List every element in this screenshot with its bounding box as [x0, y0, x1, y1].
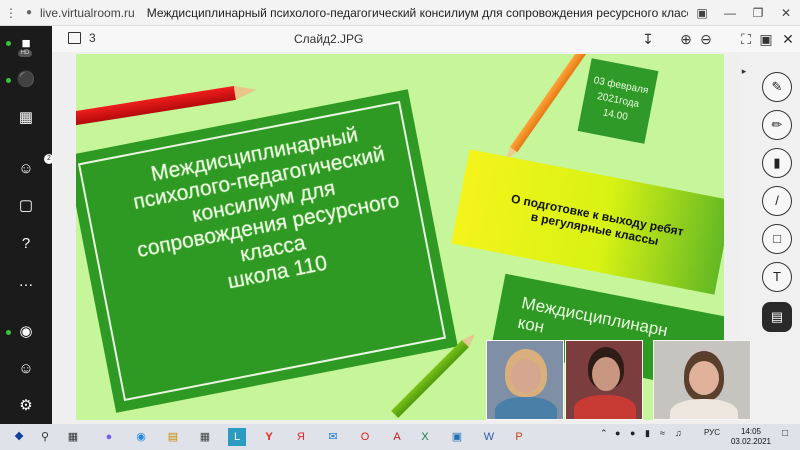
language-indicator[interactable]: РУС: [704, 428, 720, 437]
text-tool-icon[interactable]: T: [762, 262, 792, 292]
browser-menu-icon[interactable]: ⋮: [0, 6, 22, 20]
chat-icon[interactable]: ▢: [14, 196, 38, 216]
restore-window-button[interactable]: ❐: [744, 6, 772, 20]
browser-title-bar: ⋮ ● live.virtualroom.ru Междисциплинарны…: [0, 0, 800, 26]
file-explorer-icon[interactable]: ▤: [164, 428, 182, 446]
close-presentation-icon[interactable]: ✕: [778, 29, 798, 49]
hd-toggle[interactable]: HD: [18, 50, 32, 57]
date-box: 03 февраля 2021года 14.00: [577, 58, 659, 144]
acrobat-icon[interactable]: A: [388, 428, 406, 446]
chat-panel-icon[interactable]: ▤: [762, 302, 792, 332]
alice-icon[interactable]: ●: [100, 428, 118, 446]
question-icon[interactable]: ?: [14, 234, 38, 254]
tray-chevron-icon[interactable]: ⌃: [600, 428, 608, 439]
lock-icon: ●: [25, 7, 33, 18]
network-icon[interactable]: ≈: [660, 428, 665, 438]
tray-app-icon-2[interactable]: ●: [630, 428, 635, 438]
excel-icon[interactable]: X: [416, 428, 434, 446]
red-pencil-image: [76, 86, 236, 128]
search-icon[interactable]: ⚲: [36, 428, 54, 446]
participant-video-1[interactable]: [486, 340, 564, 420]
fit-screen-icon[interactable]: ▣: [756, 29, 776, 49]
app-l-icon[interactable]: L: [228, 428, 246, 446]
task-view-icon[interactable]: ▦: [64, 428, 82, 446]
minimize-window-button[interactable]: —: [716, 6, 744, 20]
store-icon[interactable]: ▦: [196, 428, 214, 446]
opera-icon[interactable]: O: [356, 428, 374, 446]
invite-user-icon[interactable]: ☺: [14, 359, 38, 379]
line-tool-icon[interactable]: /: [762, 186, 792, 216]
page-counter[interactable]: 3: [68, 31, 96, 45]
microphone-icon[interactable]: ⚫: [14, 70, 38, 90]
record-icon[interactable]: ◉: [14, 322, 38, 342]
mic-active-dot: [6, 78, 11, 83]
pen-tool-icon[interactable]: ✎: [762, 72, 792, 102]
url-text[interactable]: live.virtualroom.ru: [40, 6, 135, 20]
slide-filename: Слайд2.JPG: [294, 32, 364, 46]
record-active-dot: [6, 330, 11, 335]
yandex-icon[interactable]: Я: [292, 428, 310, 446]
share-screen-icon[interactable]: ▦: [14, 108, 38, 128]
camera-status-icon: ▣: [696, 5, 708, 20]
taskbar-clock[interactable]: 14:05 03.02.2021: [726, 427, 776, 447]
settings-icon[interactable]: ⚙: [14, 396, 38, 416]
eraser-tool-icon[interactable]: ▮: [762, 148, 792, 178]
tab-title: Междисциплинарный психолого-педагогическ…: [146, 5, 688, 20]
photos-icon[interactable]: ▣: [448, 428, 466, 446]
collapse-panel-icon[interactable]: ▸: [738, 66, 750, 80]
page-count: 3: [89, 31, 96, 45]
camera-active-dot: [6, 41, 11, 46]
orange-pencil-image: [509, 54, 587, 153]
windows-taskbar: ❖ ⚲ ▦ ● ◉ ▤ ▦ L Y Я ✉ O A X ▣ W P ⌃ ● ● …: [0, 424, 800, 450]
mail-icon[interactable]: ✉: [324, 428, 342, 446]
left-rail: ■ HD ⚫ ▦ ☺ 2 ▢ ? … ◉ ☺ ⚙: [0, 26, 54, 424]
more-icon[interactable]: …: [14, 272, 38, 292]
yandex-browser-icon[interactable]: Y: [260, 428, 278, 446]
rectangle-tool-icon[interactable]: □: [762, 224, 792, 254]
participant-video-2[interactable]: [565, 340, 643, 420]
zoom-out-icon[interactable]: ⊖: [696, 29, 716, 49]
fullscreen-icon[interactable]: ⛶: [736, 29, 756, 49]
tray-app-icon-1[interactable]: ●: [615, 428, 620, 438]
close-window-button[interactable]: ✕: [772, 6, 800, 20]
powerpoint-icon[interactable]: P: [510, 428, 528, 446]
battery-icon: ▮: [645, 428, 650, 438]
participant-video-3[interactable]: [653, 340, 751, 420]
pages-icon: [68, 32, 81, 44]
word-icon[interactable]: W: [480, 428, 498, 446]
start-button-icon[interactable]: ❖: [10, 428, 28, 446]
download-icon[interactable]: ↧: [638, 29, 658, 49]
volume-icon[interactable]: ♫: [675, 428, 682, 438]
edge-icon[interactable]: ◉: [132, 428, 150, 446]
zoom-in-icon[interactable]: ⊕: [676, 29, 696, 49]
notifications-icon[interactable]: □: [782, 428, 788, 439]
drawing-tools-panel: ✎ ✏ ▮ / □ T ▤: [754, 52, 800, 424]
viewer-toolbar: 3 Слайд2.JPG ↧ ⊕ ⊖ ⛶ ▣ ✕: [52, 26, 800, 52]
participants-icon[interactable]: ☺ 2: [14, 154, 54, 179]
brush-tool-icon[interactable]: ✏: [762, 110, 792, 140]
